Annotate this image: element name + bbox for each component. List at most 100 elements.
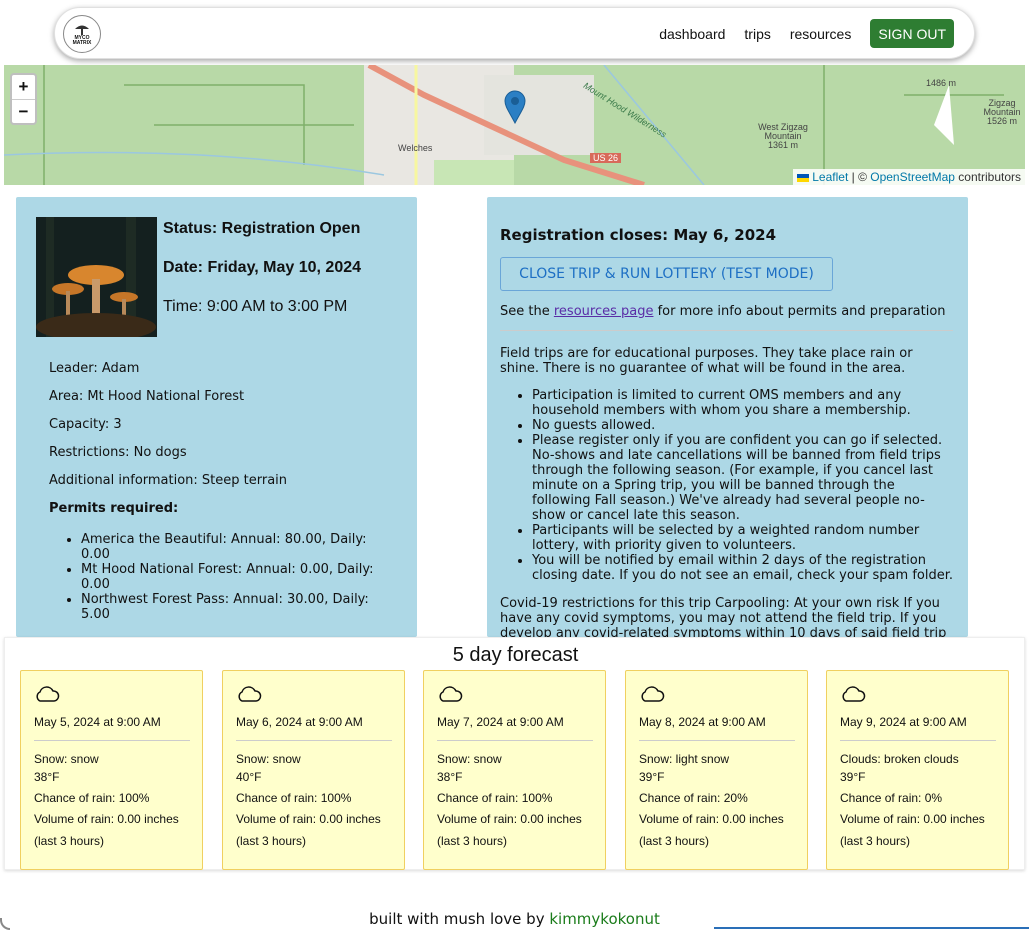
map-tiles: [4, 65, 1025, 185]
map-attribution: Leaflet | © OpenStreetMap contributors: [793, 169, 1025, 185]
trip-time: Time: 9:00 AM to 3:00 PM: [163, 298, 348, 315]
forecast-date: May 8, 2024 at 9:00 AM: [639, 715, 766, 729]
navbar: MYCO MATRIX dashboard trips resources SI…: [54, 7, 975, 59]
trip-info: Leader: Adam Area: Mt Hood National Fore…: [49, 361, 381, 623]
permit-item: Northwest Forest Pass: Annual: 30.00, Da…: [81, 592, 381, 622]
rules-list: Participation is limited to current OMS …: [532, 388, 957, 583]
logo-text-line2: MATRIX: [72, 40, 92, 46]
forecast-period: (last 3 hours): [236, 834, 307, 848]
forecast-chance: Chance of rain: 20%: [639, 791, 748, 805]
close-trip-lottery-button[interactable]: CLOSE TRIP & RUN LOTTERY (TEST MODE): [500, 257, 833, 291]
trip-capacity: Capacity: 3: [49, 417, 122, 432]
rule-item: Participation is limited to current OMS …: [532, 388, 957, 418]
map-label-elevation: 1486 m: [926, 78, 957, 88]
mushroom-image-icon: [36, 217, 157, 337]
rule-item: No guests allowed.: [532, 418, 957, 433]
forecast-period: (last 3 hours): [840, 834, 911, 848]
forecast-date: May 5, 2024 at 9:00 AM: [34, 715, 161, 729]
cloud-icon: [842, 686, 866, 702]
resources-note: See the resources page for more info abo…: [500, 304, 946, 319]
forecast-date: May 7, 2024 at 9:00 AM: [437, 715, 564, 729]
permits-list: America the Beautiful: Annual: 80.00, Da…: [81, 532, 381, 622]
forecast-chance: Chance of rain: 100%: [34, 791, 150, 805]
nav-link-trips[interactable]: trips: [744, 26, 770, 42]
forecast-divider: [236, 740, 392, 741]
nav-link-dashboard[interactable]: dashboard: [659, 26, 725, 42]
cloud-icon: [238, 686, 262, 702]
field-trip-intro: Field trips are for educational purposes…: [500, 346, 913, 376]
map-label-west-zigzag: West Zigzag Mountain 1361 m: [758, 122, 808, 150]
map-marker-icon[interactable]: [504, 90, 526, 124]
attribution-contributors: contributors: [954, 170, 1021, 184]
forecast-divider: [639, 740, 795, 741]
trip-details-card: Status: Registration Open Date: Friday, …: [16, 197, 417, 637]
forecast-title: 5 day forecast: [452, 644, 579, 666]
footer-author-link[interactable]: kimmykokonut: [549, 910, 660, 928]
openstreetmap-link[interactable]: OpenStreetMap: [870, 170, 955, 184]
zoom-out-button[interactable]: −: [12, 99, 35, 123]
bottom-border-corner: [0, 918, 10, 930]
permit-item: America the Beautiful: Annual: 80.00, Da…: [81, 532, 381, 562]
trip-leader: Leader: Adam: [49, 361, 140, 376]
forecast-condition: Clouds: broken clouds: [840, 752, 959, 766]
forecast-volume: Volume of rain: 0.00 inches: [437, 812, 582, 826]
sign-out-button[interactable]: SIGN OUT: [870, 19, 954, 48]
covid-restrictions: Covid-19 restrictions for this trip Carp…: [500, 596, 947, 637]
forecast-divider: [34, 740, 190, 741]
rule-item: Please register only if you are confiden…: [532, 433, 957, 523]
registration-card: Registration closes: May 6, 2024 CLOSE T…: [487, 197, 968, 637]
forecast-date: May 6, 2024 at 9:00 AM: [236, 715, 363, 729]
map-label-zigzag: Zigzag Mountain 1526 m: [983, 98, 1021, 126]
leaflet-link[interactable]: Leaflet: [812, 170, 848, 184]
forecast-temp: 40°F: [236, 770, 262, 784]
bottom-accent-line: [714, 927, 1029, 929]
forecast-chance: Chance of rain: 0%: [840, 791, 943, 805]
forecast-chance: Chance of rain: 100%: [236, 791, 352, 805]
footer-prefix: built with mush love by: [369, 910, 550, 928]
map-label-us26: US 26: [590, 153, 622, 163]
resources-note-suffix: for more info about permits and preparat…: [653, 304, 946, 319]
resources-page-link[interactable]: resources page: [554, 304, 654, 319]
forecast-temp: 39°F: [639, 770, 665, 784]
rule-item: Participants will be selected by a weigh…: [532, 523, 957, 553]
divider: [500, 330, 953, 331]
forecast-period: (last 3 hours): [639, 834, 710, 848]
forecast-day-card: May 5, 2024 at 9:00 AM Snow: snow 38°F C…: [20, 670, 203, 870]
forecast-day-card: May 9, 2024 at 9:00 AM Clouds: broken cl…: [826, 670, 1009, 870]
mushroom-photo: [36, 217, 157, 337]
forecast-period: (last 3 hours): [437, 834, 508, 848]
footer: built with mush love by kimmykokonut: [0, 910, 1029, 928]
nav-links: dashboard trips resources SIGN OUT: [659, 19, 954, 48]
forecast-condition: Snow: snow: [34, 752, 99, 766]
cloud-icon: [641, 686, 665, 702]
forecast-chance: Chance of rain: 100%: [437, 791, 553, 805]
zoom-in-button[interactable]: +: [12, 75, 35, 99]
forecast-temp: 38°F: [437, 770, 463, 784]
trip-map[interactable]: Welches Mount Hood Wilderness US 26 West…: [4, 65, 1025, 185]
forecast-volume: Volume of rain: 0.00 inches: [840, 812, 985, 826]
attribution-separator: | ©: [848, 170, 871, 184]
permits-title: Permits required:: [49, 501, 179, 516]
forecast-day-card: May 8, 2024 at 9:00 AM Snow: light snow …: [625, 670, 808, 870]
trip-date: Date: Friday, May 10, 2024: [163, 259, 362, 276]
forecast-volume: Volume of rain: 0.00 inches: [236, 812, 381, 826]
forecast-condition: Snow: light snow: [639, 752, 730, 766]
myco-matrix-logo[interactable]: MYCO MATRIX: [63, 15, 101, 53]
registration-closes: Registration closes: May 6, 2024: [500, 226, 777, 244]
forecast-date: May 9, 2024 at 9:00 AM: [840, 715, 967, 729]
nav-link-resources[interactable]: resources: [790, 26, 851, 42]
forecast-day-card: May 6, 2024 at 9:00 AM Snow: snow 40°F C…: [222, 670, 405, 870]
ukraine-flag-icon: [797, 173, 810, 182]
trip-status: Status: Registration Open: [163, 220, 361, 237]
map-label-welches: Welches: [398, 143, 433, 153]
forecast-panel: 5 day forecast May 5, 2024 at 9:00 AM Sn…: [4, 637, 1025, 870]
forecast-condition: Snow: snow: [236, 752, 301, 766]
forecast-divider: [840, 740, 996, 741]
cloud-icon: [36, 686, 60, 702]
mushroom-logo-icon: [75, 25, 89, 35]
forecast-day-card: May 7, 2024 at 9:00 AM Snow: snow 38°F C…: [423, 670, 606, 870]
rule-item: You will be notified by email within 2 d…: [532, 553, 957, 583]
forecast-period: (last 3 hours): [34, 834, 105, 848]
zoom-control: + −: [10, 73, 37, 125]
forecast-condition: Snow: snow: [437, 752, 502, 766]
